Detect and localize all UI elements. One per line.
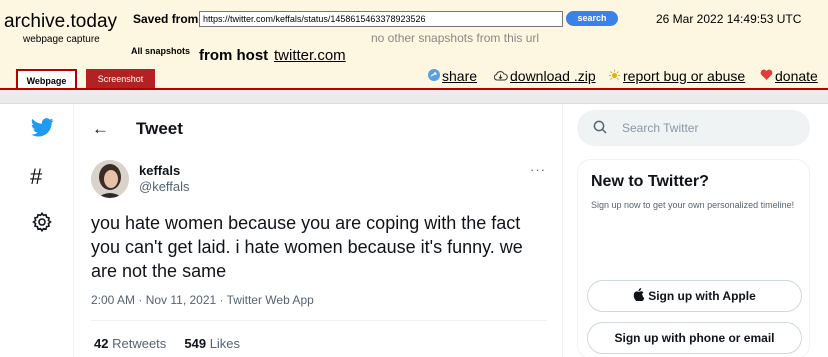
- heart-icon: [760, 68, 773, 84]
- gear-icon[interactable]: [31, 211, 53, 233]
- search-icon: [593, 120, 607, 134]
- archive-logo-title[interactable]: archive.today: [4, 11, 117, 33]
- twitter-logo-icon[interactable]: [31, 118, 54, 137]
- panel-title: New to Twitter?: [591, 173, 709, 190]
- bug-icon: [608, 68, 621, 84]
- share-link[interactable]: share: [428, 68, 477, 84]
- download-label: download .zip: [510, 68, 596, 84]
- tweet-stats: 42 Retweets 549 Likes: [94, 336, 240, 351]
- search-placeholder: Search Twitter: [622, 121, 699, 135]
- saved-url-input[interactable]: [199, 11, 563, 27]
- archive-subtitle: webpage capture: [23, 34, 100, 45]
- captured-tweet-page: # ← Tweet keffals @keffals ··· you hate …: [0, 104, 828, 357]
- more-options-icon[interactable]: ···: [530, 162, 546, 177]
- column-divider-right: [562, 104, 563, 357]
- archive-header: archive.today webpage capture Saved from…: [0, 0, 828, 90]
- apple-icon: [633, 282, 645, 312]
- panel-description: Sign up now to get your own personalized…: [591, 200, 795, 210]
- no-snapshots-text: no other snapshots from this url: [371, 31, 540, 45]
- all-snapshots-label: All snapshots: [131, 46, 191, 56]
- column-divider-left: [73, 104, 74, 357]
- cloud-download-icon: [493, 68, 508, 84]
- donate-link[interactable]: donate: [760, 68, 818, 84]
- page-title: Tweet: [136, 119, 183, 138]
- new-to-twitter-panel: New to Twitter? Sign up now to get your …: [577, 159, 810, 357]
- report-link[interactable]: report bug or abuse: [608, 68, 745, 84]
- download-link[interactable]: download .zip: [493, 68, 596, 84]
- report-label: report bug or abuse: [623, 68, 746, 84]
- retweets-stat[interactable]: 42 Retweets: [94, 336, 166, 351]
- avatar[interactable]: [91, 160, 129, 198]
- capture-date: 26 Mar 2022 14:49:53 UTC: [656, 12, 802, 26]
- likes-stat[interactable]: 549 Likes: [184, 336, 240, 351]
- hashtag-icon[interactable]: #: [30, 164, 42, 190]
- saved-from-label: Saved from: [133, 12, 199, 26]
- signup-phone-button[interactable]: Sign up with phone or email: [587, 322, 802, 354]
- back-arrow-icon[interactable]: ←: [92, 119, 109, 139]
- archive-separator-band: [0, 90, 828, 104]
- tab-webpage[interactable]: Webpage: [16, 69, 77, 90]
- host-link[interactable]: twitter.com: [274, 47, 346, 64]
- tweet-timestamp[interactable]: 2:00 AM · Nov 11, 2021 · Twitter Web App: [91, 293, 314, 307]
- tweet-text: you hate women because you are coping wi…: [91, 213, 523, 281]
- author-handle[interactable]: @keffals: [139, 179, 190, 194]
- share-label: share: [442, 68, 478, 84]
- divider: [91, 320, 547, 321]
- signup-apple-button[interactable]: Sign up with Apple: [587, 280, 802, 312]
- from-host-label: from host: [199, 47, 269, 64]
- signup-apple-label: Sign up with Apple: [648, 289, 756, 303]
- search-input[interactable]: Search Twitter: [577, 110, 810, 146]
- author-name[interactable]: keffals: [139, 163, 180, 178]
- share-icon: [428, 68, 440, 84]
- tab-screenshot[interactable]: Screenshot: [86, 69, 155, 89]
- donate-label: donate: [775, 68, 818, 84]
- search-button[interactable]: search: [566, 11, 618, 26]
